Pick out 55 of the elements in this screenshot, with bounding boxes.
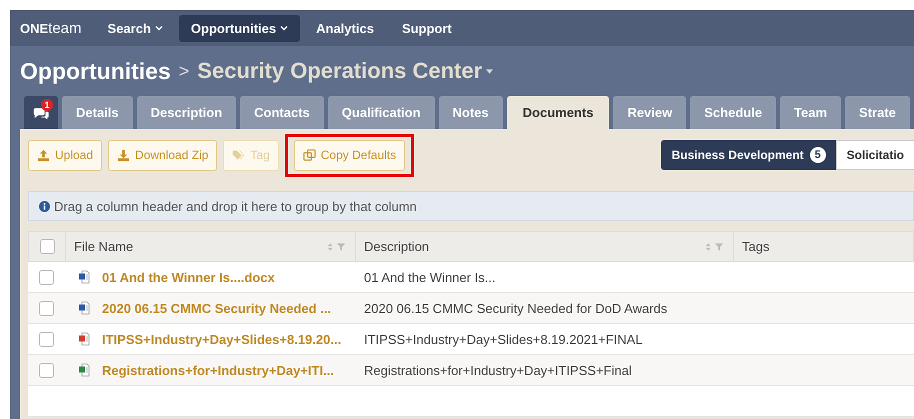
segment-tab[interactable]: Business Development 5 (660, 140, 836, 170)
row-checkbox[interactable] (38, 332, 54, 346)
file-name-link[interactable]: 2020 06.15 CMMC Security Needed ... (102, 300, 332, 316)
tab[interactable]: Contacts (240, 96, 324, 129)
tab[interactable]: Strate (845, 96, 910, 129)
toolbar-button[interactable]: Download Zip (108, 140, 218, 170)
row-checkbox[interactable] (38, 362, 54, 378)
upload-icon (37, 148, 50, 162)
info-icon (39, 200, 50, 212)
tab[interactable]: Documents (506, 96, 610, 129)
table-cell: Registrations+for+Industry+Day+ITIPSS+Final (364, 362, 632, 378)
count-badge: 5 (810, 147, 826, 163)
tab[interactable]: Notes (438, 96, 503, 129)
table-cell: 2020 06.15 CMMC Security Needed for DoD Awards (364, 300, 668, 316)
file-icon (78, 332, 90, 346)
tab[interactable]: Team (780, 96, 842, 129)
table-cell: ITIPSS+Industry+Day+Slides+8.19.2021+FINAL (364, 332, 643, 346)
sort-filter-icon[interactable] (705, 242, 725, 252)
sort-filter-icon[interactable] (327, 242, 347, 252)
nav-menu-item[interactable]: Search (96, 14, 175, 42)
group-hint-text: Drag a column header and drop it here to group by that column (54, 198, 417, 214)
caret-icon[interactable] (486, 68, 494, 74)
row-checkbox[interactable] (38, 300, 54, 316)
toolbar-button[interactable]: Upload (28, 140, 102, 170)
file-icon (78, 301, 90, 315)
notification-badge: 1 (41, 99, 53, 111)
breadcrumb-link[interactable]: Opportunities (20, 58, 171, 84)
column-header[interactable]: File Name (74, 239, 134, 254)
tags-icon (232, 148, 246, 162)
copy-icon (302, 148, 316, 162)
nav-menu-item[interactable]: Analytics (304, 14, 386, 42)
nav-menu-item[interactable]: Support (390, 14, 464, 42)
file-icon (78, 270, 90, 284)
logo[interactable]: ONEteam (20, 20, 82, 36)
chat-tab[interactable]: 1 (24, 96, 58, 129)
file-name-link[interactable]: 01 And the Winner Is....docx (102, 270, 275, 284)
toolbar-button[interactable]: Copy Defaults (294, 140, 406, 170)
segment-tab[interactable]: Solicitatio (836, 140, 914, 170)
file-name-link[interactable]: Registrations+for+Industry+Day+ITI... (102, 362, 334, 378)
nav-menu-item[interactable]: Opportunities (178, 14, 300, 42)
breadcrumb-separator: > (178, 60, 190, 82)
tab[interactable]: Schedule (690, 96, 776, 129)
table-cell: 01 And the Winner Is... (364, 270, 496, 284)
page-title[interactable]: Security Operations Center (197, 58, 482, 84)
file-name-link[interactable]: ITIPSS+Industry+Day+Slides+8.19.20... (102, 332, 342, 346)
tab[interactable]: Review (613, 96, 686, 129)
row-checkbox[interactable] (38, 270, 54, 284)
column-header[interactable]: Description (364, 239, 430, 254)
file-icon (78, 363, 90, 377)
column-header[interactable]: Tags (742, 239, 770, 254)
tab[interactable]: Qualification (328, 96, 435, 129)
tab[interactable]: Description (136, 96, 236, 129)
download-icon (117, 148, 130, 162)
tab[interactable]: Details (62, 96, 133, 129)
select-all-checkbox[interactable] (40, 239, 54, 254)
